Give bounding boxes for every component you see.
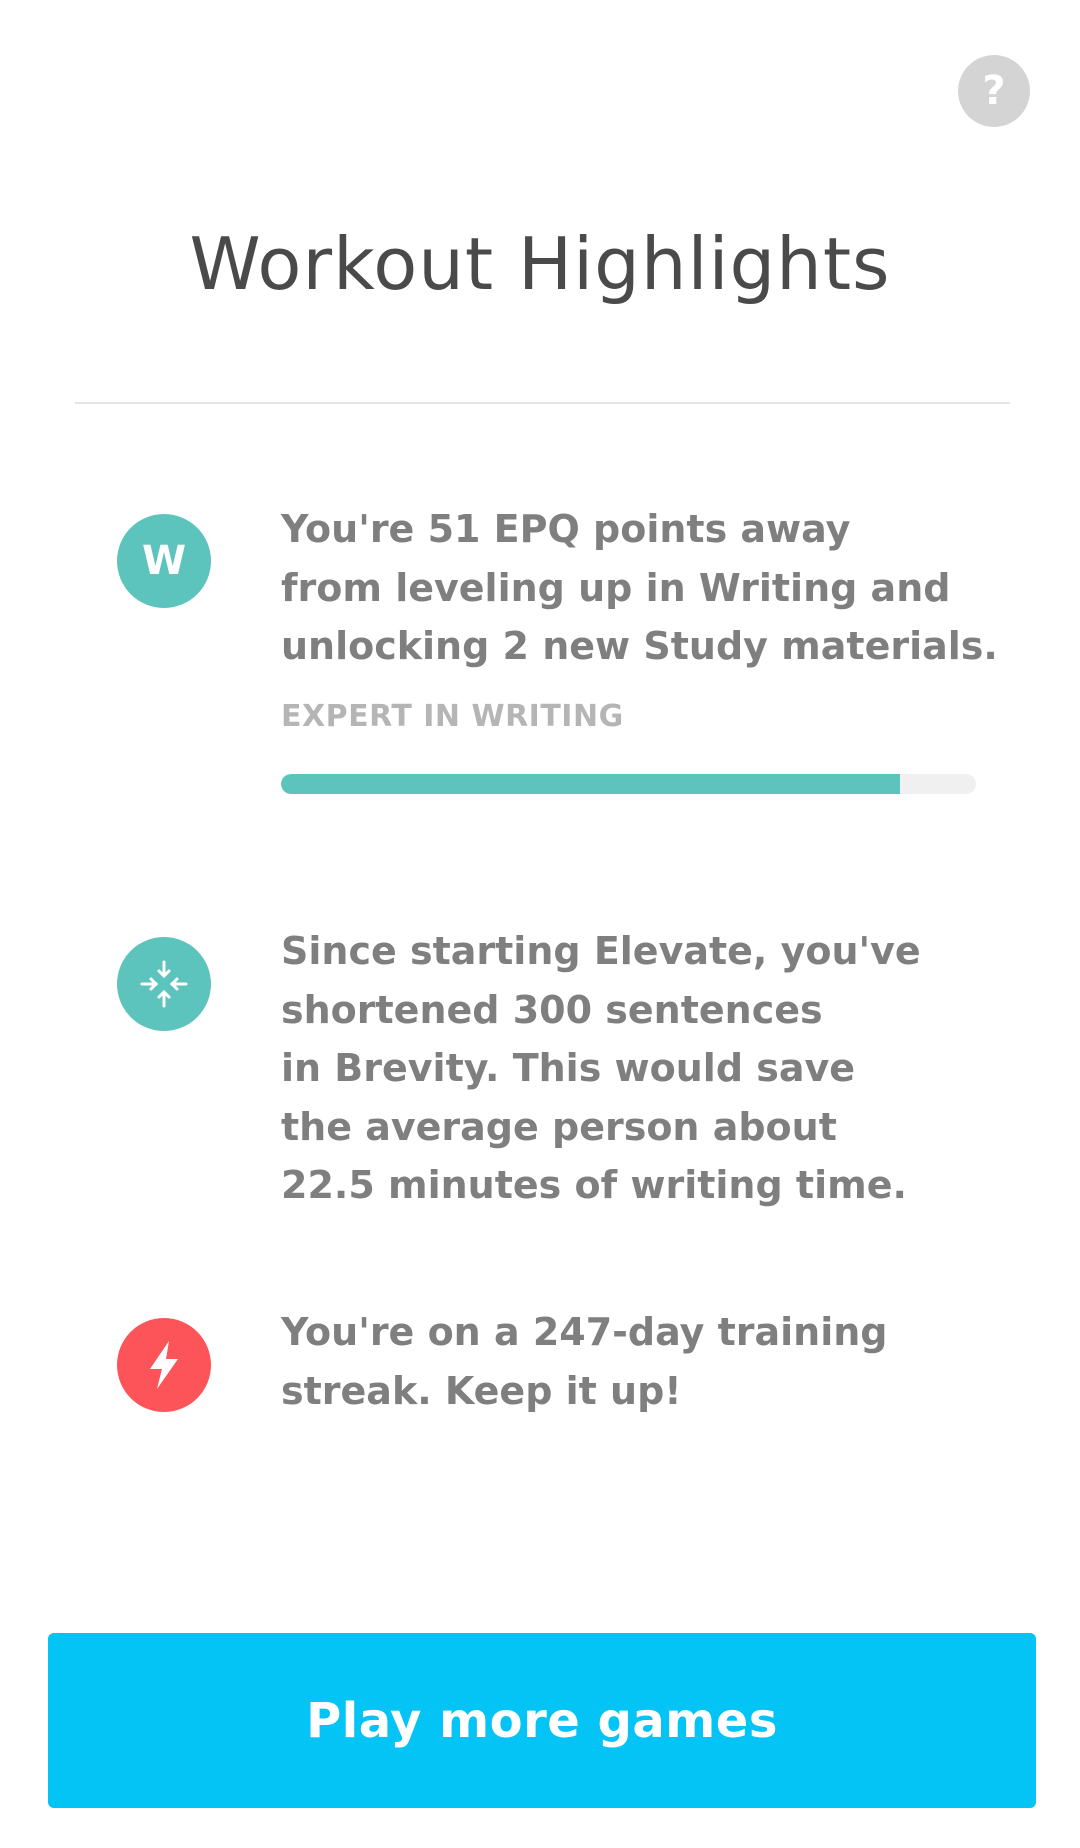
highlight-line: You're on a 247-day training [281, 1310, 888, 1354]
question-mark-icon: ? [982, 68, 1006, 114]
highlight-line: 22.5 minutes of writing time. [281, 1163, 907, 1207]
highlight-line: in Brevity. This would save [281, 1046, 856, 1090]
highlight-line: Since starting Elevate, you've [281, 929, 921, 973]
highlight-line: the average person about [281, 1104, 837, 1149]
brevity-compress-icon [117, 937, 211, 1031]
writing-progress-bar [281, 774, 976, 794]
highlight-line: unlocking 2 new Study materials. [281, 624, 998, 668]
highlight-text: You're on a 247-day training streak. Kee… [281, 1303, 1021, 1420]
highlight-line: You're 51 EPQ points away [281, 507, 851, 551]
play-more-games-button[interactable]: Play more games [48, 1633, 1036, 1808]
highlight-line: streak. Keep it up! [281, 1368, 682, 1413]
divider [75, 402, 1010, 404]
expert-in-writing-label: EXPERT IN WRITING [281, 699, 624, 734]
lightning-bolt-icon [117, 1318, 211, 1412]
writing-progress-fill [281, 774, 900, 794]
workout-highlights-screen: ? Workout Highlights W You're 51 EPQ poi… [0, 0, 1080, 1848]
highlight-line: from leveling up in Writing and [281, 565, 951, 610]
writing-w-icon: W [117, 514, 211, 608]
highlight-text: You're 51 EPQ points away from leveling … [281, 500, 1021, 676]
page-title: Workout Highlights [189, 222, 891, 306]
help-button[interactable]: ? [958, 55, 1030, 127]
highlight-text: Since starting Elevate, you've shortened… [281, 922, 1021, 1215]
highlight-line: shortened 300 sentences [281, 987, 823, 1032]
